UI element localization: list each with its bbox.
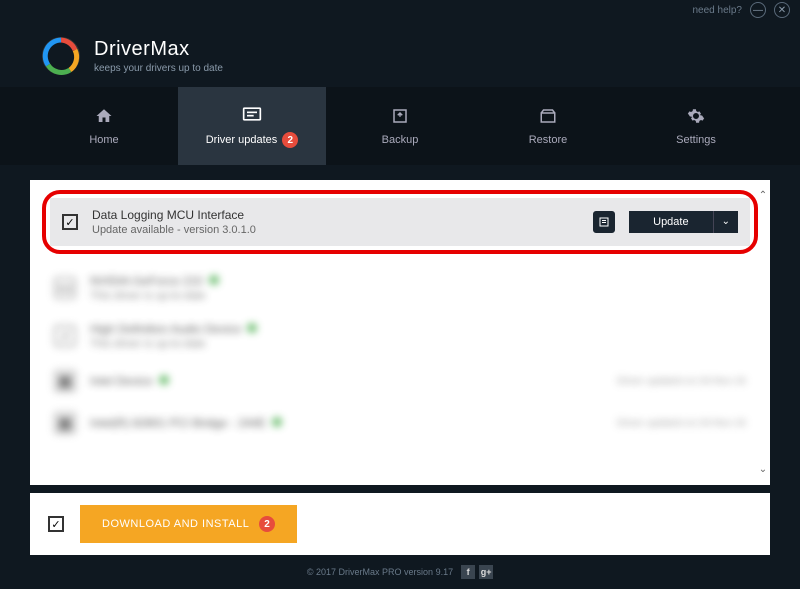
titlebar: need help? — ✕ — [0, 0, 800, 20]
status-dot-icon — [247, 323, 257, 333]
brand-name: DriverMax — [94, 38, 223, 61]
audio-icon: ♪ — [54, 325, 76, 347]
driver-row: ▭ NVIDIA GeForce 210 This driver is up-t… — [42, 264, 758, 312]
app-logo-icon — [40, 35, 82, 77]
restore-icon — [538, 106, 558, 126]
facebook-icon[interactable]: f — [461, 565, 475, 579]
nav-settings[interactable]: Settings — [622, 87, 770, 165]
header: DriverMax keeps your drivers up to date — [0, 20, 800, 87]
scroll-down-icon[interactable]: ⌄ — [756, 464, 770, 475]
driver-title: Data Logging MCU Interface — [92, 208, 579, 222]
driver-subtitle: Update available - version 3.0.1.0 — [92, 224, 579, 236]
minimize-button[interactable]: — — [750, 2, 766, 18]
nav-restore[interactable]: Restore — [474, 87, 622, 165]
backup-icon — [390, 106, 410, 126]
update-button[interactable]: Update — [629, 211, 712, 233]
select-all-checkbox[interactable]: ✓ — [48, 516, 64, 532]
footer: © 2017 DriverMax PRO version 9.17 f g+ — [0, 555, 800, 589]
updates-badge: 2 — [282, 132, 298, 148]
scrollbar[interactable]: ⌃ ⌄ — [756, 190, 770, 475]
driver-row: ▦ Intel Device Driver updated on 03-Nov-… — [42, 360, 758, 402]
driver-row: ♪ High Definition Audio Device This driv… — [42, 312, 758, 360]
nav-label: Restore — [529, 134, 568, 146]
updates-icon — [242, 104, 262, 124]
row-checkbox[interactable]: ✓ — [62, 214, 78, 230]
device-icon: ▦ — [54, 412, 76, 434]
navbar: Home Driver updates 2 Backup Restore Set… — [0, 87, 800, 165]
nav-home[interactable]: Home — [30, 87, 178, 165]
brand-block: DriverMax keeps your drivers up to date — [94, 38, 223, 74]
social-links: f g+ — [461, 565, 493, 579]
update-button-group: Update ⌄ — [629, 211, 738, 233]
row-text: Data Logging MCU Interface Update availa… — [92, 208, 579, 236]
update-dropdown[interactable]: ⌄ — [713, 211, 738, 233]
home-icon — [94, 106, 114, 126]
scroll-up-icon[interactable]: ⌃ — [756, 190, 770, 201]
details-button[interactable] — [593, 211, 615, 233]
status-dot-icon — [272, 417, 282, 427]
copyright-text: © 2017 DriverMax PRO version 9.17 — [307, 567, 453, 577]
download-install-button[interactable]: DOWNLOAD AND INSTALL 2 — [80, 505, 297, 543]
brand-tagline: keeps your drivers up to date — [94, 63, 223, 74]
close-button[interactable]: ✕ — [774, 2, 790, 18]
nav-label: Driver updates — [206, 134, 278, 146]
nav-label: Settings — [676, 134, 716, 146]
nav-driver-updates[interactable]: Driver updates 2 — [178, 87, 326, 165]
nav-label: Backup — [382, 134, 419, 146]
monitor-icon: ▭ — [54, 277, 76, 299]
status-dot-icon — [159, 375, 169, 385]
driver-row-highlighted: ✓ Data Logging MCU Interface Update avai… — [50, 198, 750, 246]
status-dot-icon — [209, 275, 219, 285]
download-badge: 2 — [259, 516, 275, 532]
highlight-ring: ✓ Data Logging MCU Interface Update avai… — [42, 190, 758, 254]
nav-backup[interactable]: Backup — [326, 87, 474, 165]
driver-row: ▦ Intel(R) 82801 PCI Bridge - 244E Drive… — [42, 402, 758, 444]
download-label: DOWNLOAD AND INSTALL — [102, 518, 249, 530]
driver-list-panel: ✓ Data Logging MCU Interface Update avai… — [30, 180, 770, 485]
device-icon: ▦ — [54, 370, 76, 392]
bottom-bar: ✓ DOWNLOAD AND INSTALL 2 — [30, 493, 770, 555]
gear-icon — [686, 106, 706, 126]
help-link[interactable]: need help? — [693, 5, 743, 16]
googleplus-icon[interactable]: g+ — [479, 565, 493, 579]
nav-label: Home — [89, 134, 118, 146]
